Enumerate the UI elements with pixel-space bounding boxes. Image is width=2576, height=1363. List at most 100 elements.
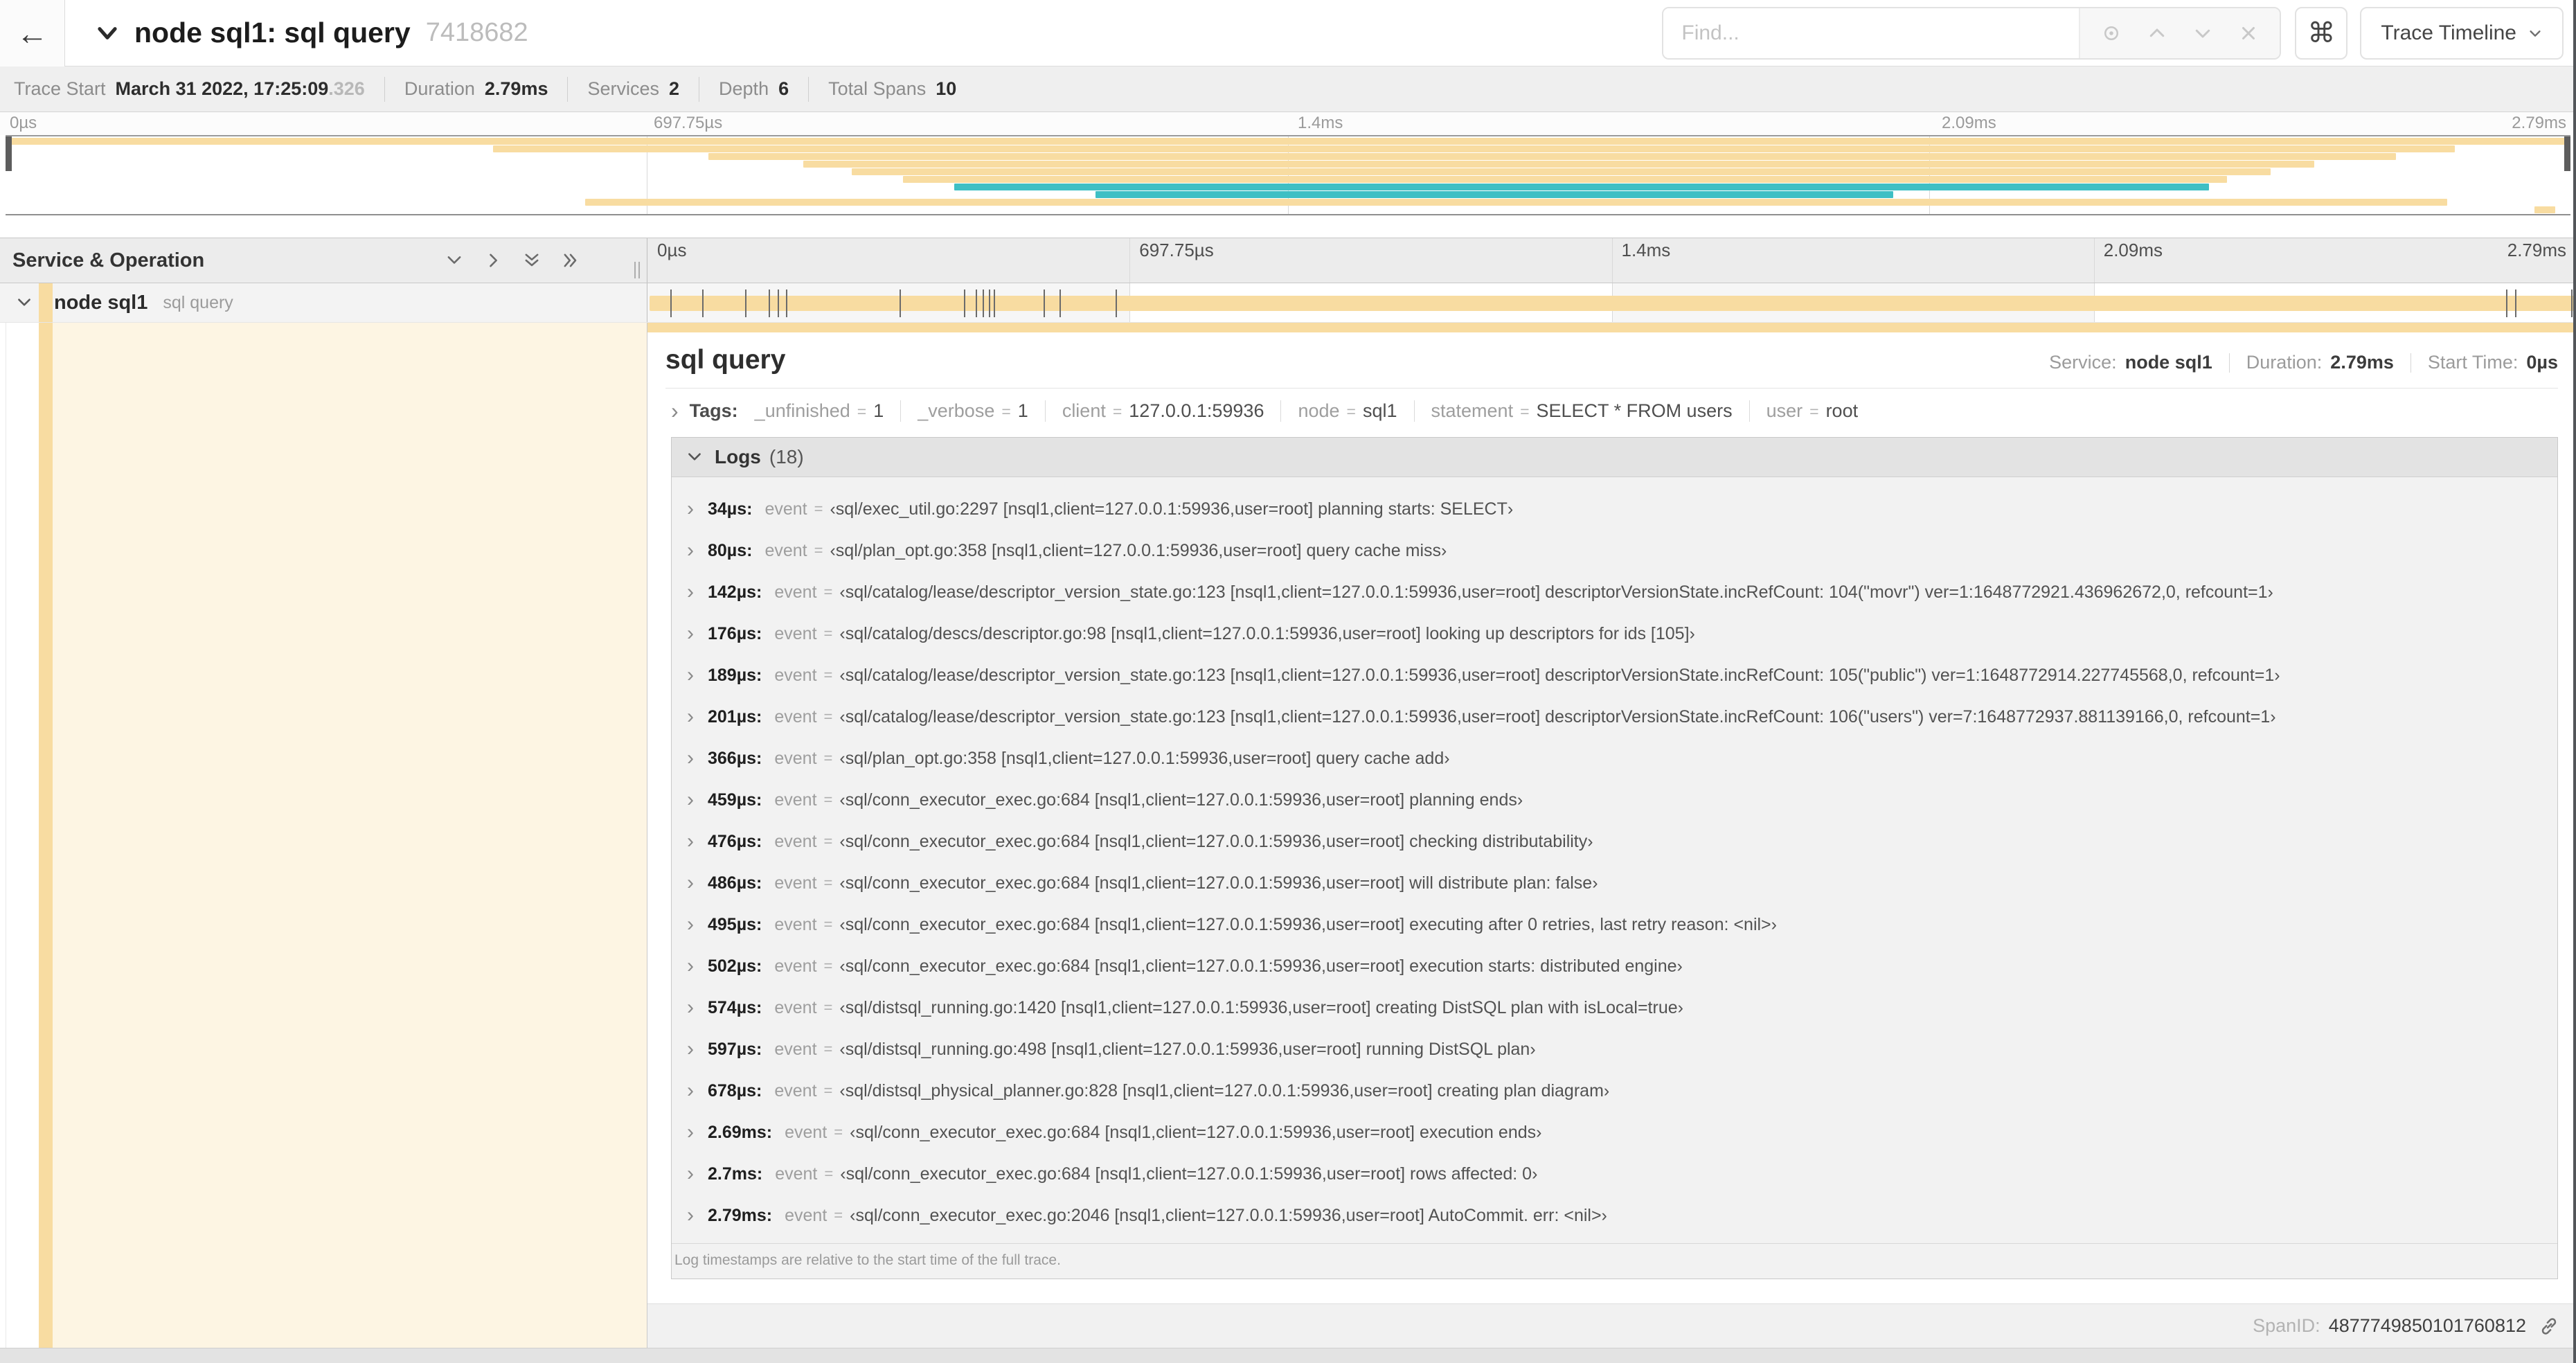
service-label: Service: — [2049, 352, 2117, 373]
log-row[interactable]: › 2.7ms: event = ‹sql/conn_executor_exec.go:… — [687, 1153, 2542, 1195]
duration-value: 2.79ms — [2330, 352, 2394, 373]
log-row[interactable]: › 142µs: event = ‹sql/catalog/lease/descript… — [687, 571, 2542, 613]
keyboard-shortcuts-button[interactable]: ⌘ — [2295, 6, 2348, 60]
log-tick-mark — [900, 289, 902, 317]
log-tick-mark — [1043, 289, 1045, 317]
log-row[interactable]: › 80µs: event = ‹sql/plan_opt.go:358 [nsql1,… — [687, 530, 2542, 571]
log-tick-mark — [983, 289, 985, 317]
log-tick-mark — [701, 289, 704, 317]
trace-view-dropdown[interactable]: Trace Timeline — [2360, 6, 2564, 60]
trace-id: 7418682 — [425, 18, 528, 47]
chevron-right-icon: › — [687, 954, 694, 977]
span-duration-bar[interactable] — [650, 296, 2574, 311]
time-tick-label: 2.09ms — [1942, 114, 1996, 132]
minimap-span-bar — [708, 153, 2397, 160]
log-row[interactable]: › 2.79ms: event = ‹sql/conn_executor_exec.go… — [687, 1195, 2542, 1236]
span-detail-accent-bar — [647, 323, 2576, 332]
service-operation-title: Service & Operation — [12, 249, 205, 271]
chevron-right-icon: › — [687, 1121, 694, 1143]
minimap-left-scrubber[interactable] — [6, 136, 12, 171]
span-operation-name: sql query — [163, 292, 233, 312]
span-row-timeline-cell[interactable] — [647, 283, 2576, 322]
find-input[interactable] — [1663, 8, 2079, 58]
find-tools — [2079, 8, 2280, 58]
time-tick-label: 0µs — [657, 240, 687, 260]
logs-section-toggle[interactable]: Logs (18) — [672, 438, 2557, 477]
minimap-canvas[interactable] — [6, 135, 2570, 215]
chevron-right-icon: › — [687, 539, 694, 562]
log-row[interactable]: › 597µs: event = ‹sql/distsql_running.go:498… — [687, 1028, 2542, 1070]
divider — [2410, 353, 2411, 373]
chevron-right-icon: › — [687, 996, 694, 1019]
expand-all-icon[interactable] — [561, 251, 580, 270]
span-service-name: node sql1 — [54, 291, 148, 314]
tag-item: node = sql1 — [1280, 400, 1413, 422]
column-resizer-handle[interactable] — [634, 262, 640, 278]
log-tick-mark — [1115, 289, 1117, 317]
trace-start-ms-suffix: .326 — [328, 78, 365, 99]
log-row[interactable]: › 366µs: event = ‹sql/plan_opt.go:358 [nsql1… — [687, 738, 2542, 779]
log-row[interactable]: › 502µs: event = ‹sql/conn_executor_exec.go:… — [687, 945, 2542, 987]
log-row[interactable]: › 34µs: event = ‹sql/exec_util.go:2297 [nsql… — [687, 488, 2542, 530]
log-tick-mark — [768, 289, 770, 317]
minimap-span-bar — [492, 145, 2456, 152]
time-tick-label: 697.75µs — [1139, 240, 1214, 260]
minimap-right-scrubber[interactable] — [2564, 136, 2570, 171]
trace-summary-bar: Trace Start March 31 2022, 17:25:09 .326… — [0, 66, 2576, 112]
chevron-down-icon — [686, 448, 704, 466]
chevron-right-icon: › — [687, 913, 694, 936]
time-tick-label: 2.79ms — [2512, 114, 2566, 132]
minimap-span-bar — [954, 184, 2209, 190]
divider — [567, 76, 569, 102]
chevron-right-icon: › — [687, 747, 694, 769]
deep-link-icon[interactable] — [2539, 1316, 2559, 1337]
span-collapse-chevron-icon[interactable] — [15, 294, 33, 312]
collapse-one-icon[interactable] — [445, 251, 464, 270]
trace-start-value: March 31 2022, 17:25:09 — [115, 78, 329, 99]
tags-section-toggle[interactable]: › Tags: _unfinished = 1 _verbose = 1 client = 12… — [665, 389, 2558, 431]
log-row[interactable]: › 201µs: event = ‹sql/catalog/lease/descript… — [687, 696, 2542, 738]
tag-item: user = root — [1748, 400, 1875, 422]
log-row[interactable]: › 486µs: event = ‹sql/conn_executor_exec.go:… — [687, 862, 2542, 904]
back-button[interactable]: ← — [0, 0, 65, 66]
logs-label: Logs — [715, 446, 761, 467]
span-detail-meta: Service: node sql1 Duration: 2.79ms Star… — [2049, 352, 2558, 373]
log-row[interactable]: › 678µs: event = ‹sql/distsql_physical_plann… — [687, 1070, 2542, 1112]
trace-view-dropdown-label: Trace Timeline — [2381, 21, 2516, 44]
minimap-span-bar — [852, 168, 2271, 175]
time-tick-label: 697.75µs — [654, 114, 723, 132]
divider — [384, 76, 385, 102]
tag-item: statement = SELECT * FROM users — [1413, 400, 1749, 422]
minimap-time-labels: 0µs 697.75µs 1.4ms 2.09ms 2.79ms — [0, 112, 2576, 135]
span-row-name-cell[interactable]: node sql1 sql query — [0, 283, 647, 322]
tags-list: _unfinished = 1 _verbose = 1 client = 127.0.0.1:… — [752, 400, 1875, 422]
time-tick-label: 2.09ms — [2103, 240, 2163, 260]
log-row[interactable]: › 574µs: event = ‹sql/distsql_running.go:142… — [687, 987, 2542, 1028]
log-row[interactable]: › 176µs: event = ‹sql/catalog/descs/descript… — [687, 613, 2542, 654]
log-row[interactable]: › 495µs: event = ‹sql/conn_executor_exec.go:… — [687, 904, 2542, 945]
find-next-icon[interactable] — [2192, 23, 2213, 44]
span-row: node sql1 sql query — [0, 283, 2576, 323]
minimap-span-bar — [2534, 206, 2555, 213]
chevron-right-icon: › — [687, 788, 694, 811]
span-detail-header: sql query Service: node sql1 Duration: 2… — [665, 345, 2558, 375]
span-detail-pane: sql query Service: node sql1 Duration: 2… — [647, 323, 2576, 1348]
chevron-right-icon: › — [671, 398, 679, 423]
log-tick-mark — [2515, 289, 2517, 317]
chevron-right-icon: › — [687, 1204, 694, 1227]
collapse-all-icon[interactable] — [522, 251, 542, 270]
log-tick-mark — [994, 289, 996, 317]
spanid-label: SpanID: — [2253, 1315, 2320, 1336]
log-row[interactable]: › 189µs: event = ‹sql/catalog/lease/descript… — [687, 654, 2542, 696]
focus-target-icon[interactable] — [2101, 23, 2122, 44]
log-row[interactable]: › 476µs: event = ‹sql/conn_executor_exec.go:… — [687, 821, 2542, 862]
time-tick-label: 1.4ms — [1298, 114, 1343, 132]
expand-one-icon[interactable] — [483, 251, 503, 270]
log-row[interactable]: › 459µs: event = ‹sql/conn_executor_exec.go:… — [687, 779, 2542, 821]
logs-count: (18) — [769, 446, 804, 467]
find-clear-icon[interactable] — [2238, 23, 2259, 44]
bottom-scroll-strip[interactable] — [0, 1348, 2576, 1363]
log-row[interactable]: › 2.69ms: event = ‹sql/conn_executor_exec.go… — [687, 1112, 2542, 1153]
trace-collapse-chevron-icon[interactable] — [94, 20, 120, 46]
find-prev-icon[interactable] — [2147, 23, 2167, 44]
